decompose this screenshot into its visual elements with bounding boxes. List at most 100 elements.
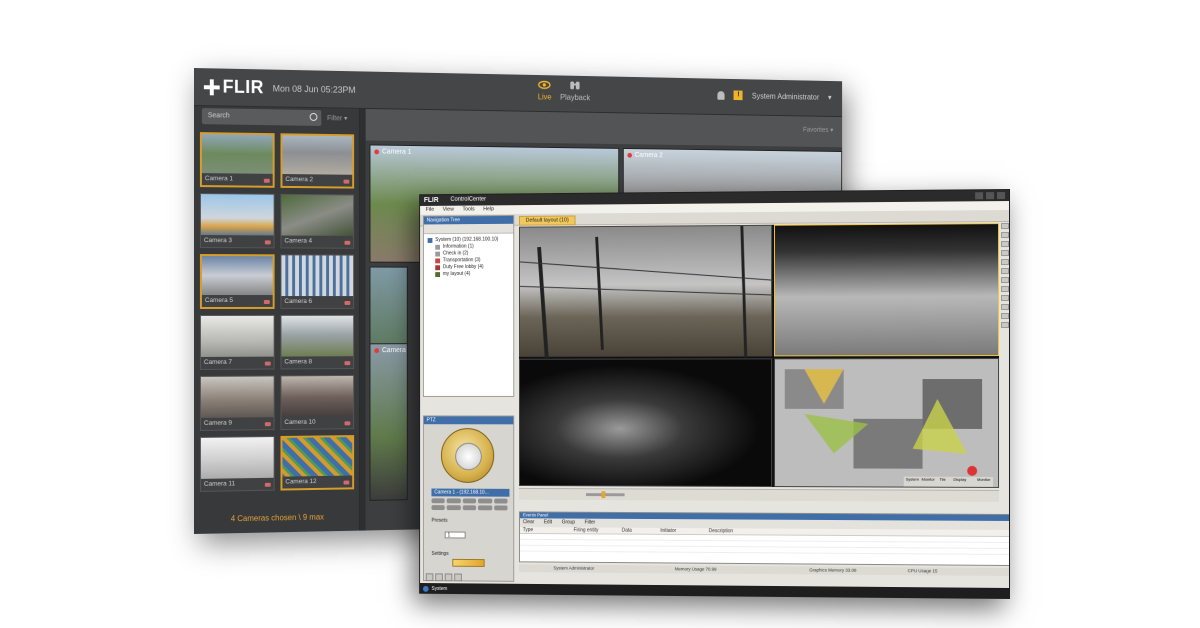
ptz-key[interactable] bbox=[447, 498, 461, 504]
ptz-key[interactable] bbox=[447, 505, 461, 511]
maximize-icon[interactable] bbox=[986, 192, 995, 200]
camera-thumb-11[interactable]: Camera 11 bbox=[199, 436, 275, 492]
camera-icon bbox=[343, 179, 350, 184]
live-tile-camera-4[interactable]: Camera bbox=[369, 343, 408, 501]
layout-button[interactable] bbox=[1001, 304, 1010, 311]
eye-icon bbox=[538, 79, 551, 91]
layout-button[interactable] bbox=[1001, 232, 1010, 239]
camera-icon bbox=[264, 361, 271, 366]
presets-label: Presets bbox=[431, 517, 448, 524]
camera-thumb-5[interactable]: Camera 5 bbox=[199, 254, 275, 309]
status-bar: System Administrator Memory Usage 70.99 … bbox=[518, 564, 1010, 577]
layout-button[interactable] bbox=[1001, 277, 1010, 284]
camera-thumb-8[interactable]: Camera 8 bbox=[280, 314, 355, 370]
menu-file[interactable]: File bbox=[426, 206, 434, 215]
bell-icon[interactable] bbox=[717, 90, 725, 100]
controlcenter-window: FLIR ControlCenter File View Tools Help … bbox=[419, 189, 1010, 599]
tool-icon[interactable] bbox=[454, 573, 462, 582]
col-description[interactable]: Description bbox=[709, 528, 733, 535]
camera-icon bbox=[435, 258, 440, 264]
chevron-down-icon[interactable]: ▾ bbox=[828, 93, 832, 102]
camera-thumb-4[interactable]: Camera 4 bbox=[280, 193, 355, 249]
camera-icon bbox=[263, 300, 270, 304]
video-tile-thermal-roof[interactable] bbox=[774, 223, 1000, 357]
search-input[interactable]: Search bbox=[201, 108, 322, 126]
chosen-status: 4 Cameras chosen \ 9 max bbox=[230, 512, 325, 524]
layout-button[interactable] bbox=[1001, 241, 1010, 248]
tool-icon[interactable] bbox=[444, 573, 453, 582]
ptz-key[interactable] bbox=[462, 505, 477, 511]
clear-button[interactable]: Clear bbox=[523, 518, 534, 527]
user-menu[interactable]: System Administrator bbox=[752, 91, 819, 101]
col-firing-entity[interactable]: Firing entity bbox=[574, 527, 599, 534]
video-tile-map[interactable] bbox=[774, 358, 1000, 488]
ptz-key[interactable] bbox=[478, 505, 492, 511]
alarm-badge-icon[interactable]: ! bbox=[733, 90, 743, 101]
filter-dropdown[interactable]: Filter ▾ bbox=[327, 114, 347, 122]
menu-help[interactable]: Help bbox=[483, 205, 494, 214]
layout-button[interactable] bbox=[1001, 223, 1010, 230]
taskbar: System bbox=[420, 582, 1010, 599]
tool-icon[interactable] bbox=[425, 573, 434, 582]
ptz-camera-select[interactable]: Camera 1 - (192.168.10... bbox=[431, 488, 510, 497]
ptz-key[interactable] bbox=[493, 505, 508, 511]
ptz-joystick[interactable] bbox=[440, 428, 495, 483]
filter-button[interactable]: Filter bbox=[585, 519, 596, 528]
ptz-key[interactable] bbox=[493, 498, 508, 504]
layout-button[interactable] bbox=[1001, 250, 1010, 257]
tool-icon[interactable] bbox=[435, 573, 443, 582]
col-type[interactable]: Type bbox=[523, 527, 533, 534]
zoom-slider[interactable] bbox=[586, 493, 625, 497]
video-tile-thermal-people[interactable] bbox=[518, 358, 773, 488]
layout-button[interactable] bbox=[1001, 259, 1010, 266]
ptz-key[interactable] bbox=[431, 498, 446, 504]
camera-thumb-9[interactable]: Camera 9 bbox=[199, 375, 275, 431]
recording-icon bbox=[627, 152, 632, 158]
menu-tools[interactable]: Tools bbox=[462, 206, 474, 215]
camera-thumb-2[interactable]: Camera 2 bbox=[280, 133, 355, 189]
camera-thumb-10[interactable]: Camera 10 bbox=[280, 374, 355, 431]
layout-button[interactable] bbox=[1001, 268, 1010, 275]
ptz-key[interactable] bbox=[478, 498, 492, 504]
panel-splitter[interactable] bbox=[359, 108, 366, 531]
tab-playback[interactable]: Playback bbox=[560, 79, 590, 102]
camera-icon bbox=[344, 240, 351, 245]
edit-button[interactable]: Edit bbox=[544, 518, 552, 527]
settings-slider[interactable] bbox=[452, 558, 485, 567]
camera-icon bbox=[344, 421, 351, 426]
video-tile-fence[interactable] bbox=[519, 225, 772, 357]
group-button[interactable]: Group bbox=[562, 519, 575, 528]
camera-thumb-7[interactable]: Camera 7 bbox=[199, 314, 275, 370]
bottom-icon-bar bbox=[425, 573, 462, 582]
ptz-keypad bbox=[431, 498, 508, 511]
layout-button[interactable] bbox=[1001, 295, 1010, 302]
col-data[interactable]: Data bbox=[622, 528, 632, 535]
camera-thumb-6[interactable]: Camera 6 bbox=[280, 254, 355, 309]
camera-thumb-1[interactable]: Camera 1 bbox=[199, 132, 275, 188]
favorites-dropdown[interactable]: Favorites ▾ bbox=[803, 126, 833, 134]
layout-button[interactable] bbox=[1001, 322, 1010, 329]
camera-thumb-3[interactable]: Camera 3 bbox=[199, 193, 275, 249]
camera-icon bbox=[264, 240, 271, 245]
start-icon[interactable] bbox=[422, 585, 429, 592]
layout-button[interactable] bbox=[1001, 313, 1010, 320]
menu-view[interactable]: View bbox=[443, 206, 454, 215]
camera-thumb-12[interactable]: Camera 12 bbox=[280, 435, 355, 491]
ptz-key[interactable] bbox=[462, 498, 477, 504]
tab-default-layout[interactable]: Default layout (10) bbox=[518, 215, 576, 226]
camera-icon bbox=[264, 422, 271, 427]
close-icon[interactable] bbox=[997, 192, 1006, 200]
search-icon[interactable] bbox=[309, 112, 318, 121]
ptz-home-icon[interactable] bbox=[455, 442, 482, 471]
layout-button[interactable] bbox=[1001, 286, 1010, 293]
tab-live[interactable]: Live bbox=[538, 79, 551, 101]
col-initiator[interactable]: Initiator bbox=[660, 528, 676, 535]
ptz-key[interactable] bbox=[431, 505, 446, 511]
panel-title: PTZ bbox=[423, 416, 514, 425]
zoom-handle[interactable] bbox=[601, 491, 606, 499]
tree-item-my-layout[interactable]: my layout (4) bbox=[428, 271, 510, 278]
date-time: Mon 08 Jun 05:23PM bbox=[272, 83, 356, 95]
minimize-icon[interactable] bbox=[975, 192, 984, 200]
navigation-tree-panel: Navigation Tree System (10) (192.168.100… bbox=[422, 214, 515, 397]
preset-select[interactable]: 1 bbox=[444, 531, 466, 539]
